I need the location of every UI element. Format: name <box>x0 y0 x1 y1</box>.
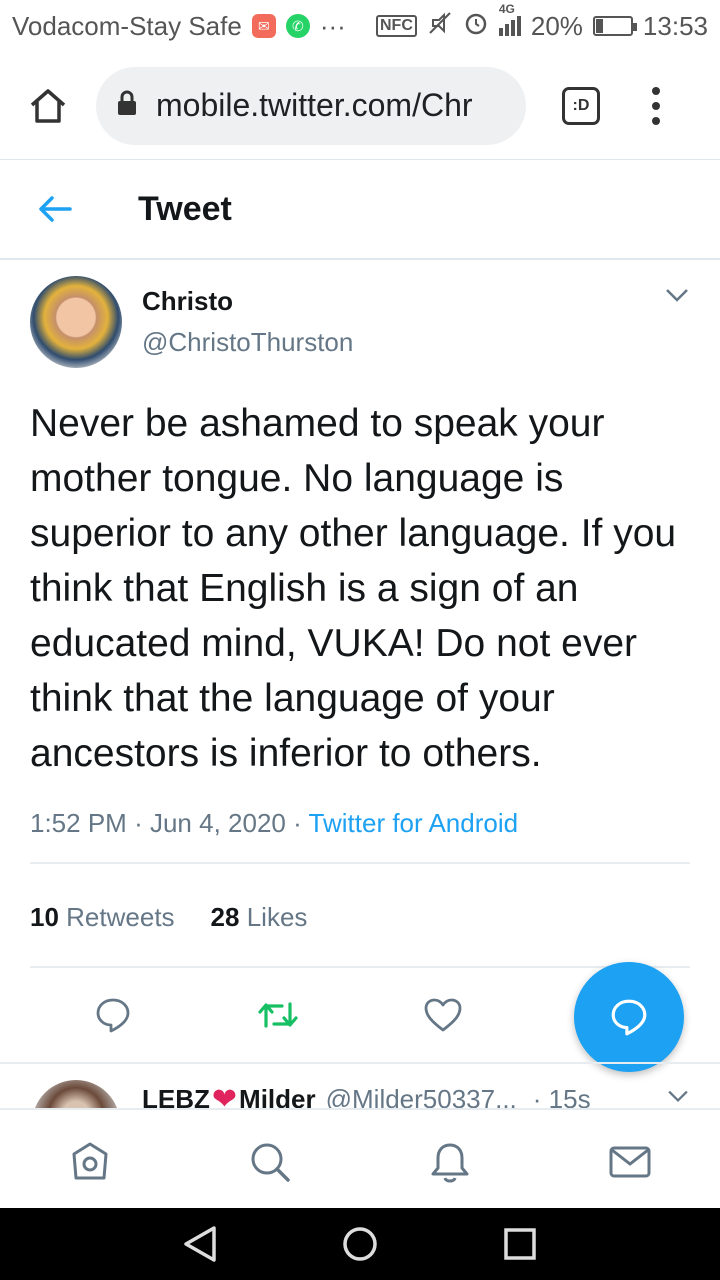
nav-search[interactable] <box>248 1140 292 1184</box>
mute-icon <box>427 10 453 43</box>
retweet-icon <box>258 1002 298 1028</box>
system-recents-button[interactable] <box>500 1224 540 1264</box>
compose-reply-fab[interactable] <box>574 962 684 1072</box>
search-icon <box>251 1143 290 1182</box>
bottom-navigation <box>0 1108 720 1208</box>
tweet-date: Jun 4, 2020 <box>149 808 286 838</box>
home-button[interactable] <box>16 74 80 138</box>
tweet-time: 1:52 PM <box>30 808 127 838</box>
lock-icon <box>116 90 138 121</box>
reply-author-handle: @Milder50337... <box>325 1084 517 1108</box>
overflow-menu-button[interactable] <box>652 86 660 125</box>
reply-icon <box>611 999 647 1036</box>
tweet-meta: 1:52 PM · Jun 4, 2020 · Twitter for Andr… <box>30 808 518 839</box>
author-avatar[interactable] <box>30 276 122 368</box>
triangle-back-icon <box>184 1226 216 1262</box>
author-name[interactable]: Christo <box>142 286 353 317</box>
retweets-stat[interactable]: 10 Retweets <box>30 902 175 933</box>
browser-toolbar: mobile.twitter.com/Chr :D <box>0 52 720 160</box>
back-arrow-icon <box>39 196 72 222</box>
back-button[interactable] <box>38 189 78 229</box>
divider <box>30 966 690 968</box>
tweet-stats: 10 Retweets 28 Likes <box>30 902 307 933</box>
address-bar[interactable]: mobile.twitter.com/Chr <box>96 66 526 145</box>
home-icon <box>72 1142 108 1180</box>
retweets-count: 10 <box>30 902 59 932</box>
more-notifications-icon: ··· <box>319 10 346 41</box>
like-button[interactable] <box>418 990 468 1040</box>
status-bar: Vodacom-Stay Safe ✉ ✆ ··· NFC 4G 20% 13:… <box>0 0 720 52</box>
system-navigation-bar <box>0 1208 720 1280</box>
system-home-button[interactable] <box>340 1224 380 1264</box>
likes-stat[interactable]: 28 Likes <box>211 902 308 933</box>
carrier-label: Vodacom-Stay Safe <box>12 10 242 41</box>
home-icon <box>30 88 66 123</box>
mail-notification-icon: ✉ <box>251 14 276 38</box>
signal-icon: 4G <box>498 2 521 36</box>
nav-messages[interactable] <box>608 1140 652 1184</box>
alarm-icon <box>463 10 489 43</box>
battery-percent: 20% <box>530 10 583 41</box>
retweets-label: Retweets <box>66 902 175 932</box>
reply-tweet[interactable]: LEBZ ❤ Milder @Milder50337... · 15s <box>0 1062 720 1108</box>
tweet-page-header: Tweet <box>0 160 720 260</box>
tweet-options-button[interactable] <box>664 286 690 309</box>
chevron-down-icon <box>666 289 688 302</box>
nav-home[interactable] <box>68 1140 112 1184</box>
nav-notifications[interactable] <box>428 1140 472 1184</box>
reply-button[interactable] <box>88 990 138 1040</box>
likes-count: 28 <box>210 902 240 932</box>
tweet-author: Christo @ChristoThurston <box>30 276 690 368</box>
tweet-text: Never be ashamed to speak your mother to… <box>30 402 677 775</box>
clock: 13:53 <box>642 10 708 41</box>
meta-separator: · <box>293 808 302 838</box>
reply-icon <box>96 998 130 1033</box>
url-text: mobile.twitter.com/Chr <box>156 87 473 123</box>
page-title: Tweet <box>138 189 232 228</box>
likes-label: Likes <box>246 902 308 932</box>
heart-icon <box>424 998 462 1032</box>
reply-author-name-part1: LEBZ <box>142 1084 210 1108</box>
reply-options-button[interactable] <box>666 1088 690 1108</box>
whatsapp-notification-icon: ✆ <box>285 14 310 38</box>
heart-emoji: ❤ <box>211 1083 238 1108</box>
battery-icon <box>592 16 637 36</box>
circle-home-icon <box>343 1227 377 1261</box>
retweet-button[interactable] <box>253 990 303 1040</box>
divider <box>30 862 690 864</box>
system-back-button[interactable] <box>180 1224 220 1264</box>
reply-time: · 15s <box>532 1084 591 1108</box>
reply-author-name-part2: Milder <box>239 1084 316 1108</box>
reply-avatar[interactable] <box>32 1080 120 1108</box>
bell-icon <box>431 1143 469 1183</box>
square-recents-icon <box>504 1228 536 1260</box>
meta-separator: · <box>134 808 143 838</box>
tweet-source-link[interactable]: Twitter for Android <box>309 808 519 838</box>
tab-switcher-button[interactable]: :D <box>562 86 600 125</box>
nfc-icon: NFC <box>375 15 417 37</box>
chevron-down-icon <box>668 1090 688 1103</box>
mail-icon <box>609 1146 651 1178</box>
author-handle[interactable]: @ChristoThurston <box>142 327 353 358</box>
